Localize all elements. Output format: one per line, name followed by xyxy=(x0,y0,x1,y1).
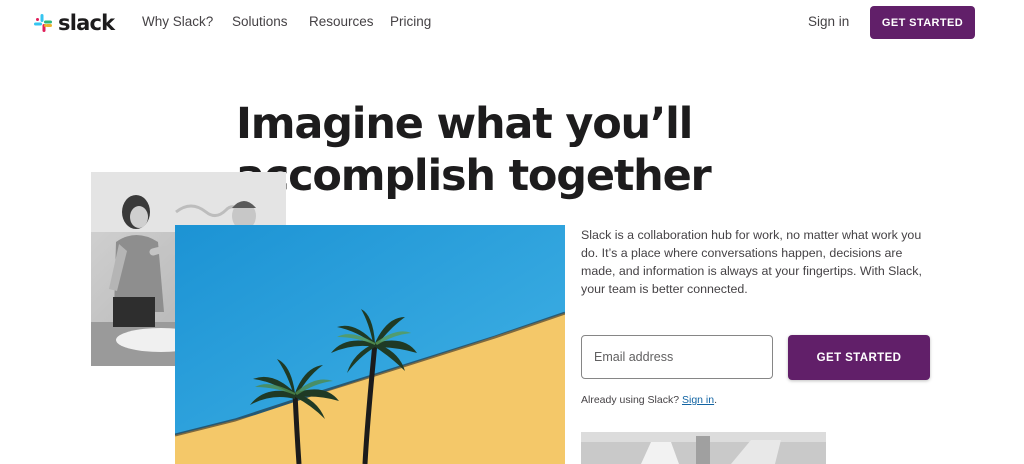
nav-resources[interactable]: Resources xyxy=(309,14,374,29)
nav-pricing[interactable]: Pricing xyxy=(390,14,431,29)
header-get-started-button[interactable]: GET STARTED xyxy=(870,6,975,39)
slack-logo[interactable]: slack xyxy=(33,11,115,35)
palm-trees-photo xyxy=(175,225,565,464)
header-signin-link[interactable]: Sign in xyxy=(808,14,849,29)
site-header: slack Why Slack? Solutions Resources Pri… xyxy=(0,0,1024,46)
hero-get-started-button[interactable]: GET STARTED xyxy=(788,335,930,380)
logo-wordmark: slack xyxy=(58,11,115,35)
hero-headline: Imagine what you’ll accomplish together xyxy=(236,98,712,202)
slack-logo-icon xyxy=(34,14,52,32)
signin-suffix: . xyxy=(714,394,718,406)
email-input[interactable] xyxy=(581,335,773,379)
hero-description: Slack is a collaboration hub for work, n… xyxy=(581,228,922,296)
nav-why-slack[interactable]: Why Slack? xyxy=(142,14,213,29)
already-using-text: Already using Slack? Sign in. xyxy=(581,394,717,406)
already-using-label: Already using Slack? xyxy=(581,394,680,406)
nav-solutions[interactable]: Solutions xyxy=(232,14,288,29)
headline-line-2: accomplish together xyxy=(236,151,712,201)
headline-line-1: Imagine what you’ll xyxy=(236,99,693,149)
hero-signin-link[interactable]: Sign in xyxy=(682,394,714,406)
office-photo-bottom xyxy=(581,432,826,464)
